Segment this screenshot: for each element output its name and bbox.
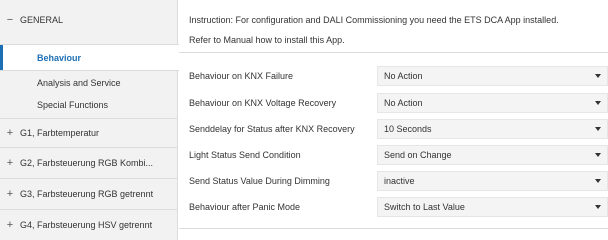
nav-general-label: GENERAL [20,15,64,25]
nav-general[interactable]: − GENERAL [0,0,178,40]
nav-group-label: G3, Farbsteuerung RGB getrennt [20,189,154,199]
expand-icon[interactable]: + [0,219,20,231]
param-label: Senddelay for Status after KNX Recovery [189,124,355,134]
param-row-voltage-recovery: Behaviour on KNX Voltage Recovery No Act… [179,92,608,114]
param-dropdown[interactable]: No Action [377,66,608,86]
dropdown-caret-icon [595,74,601,78]
parameter-tree: − GENERAL Behaviour Analysis and Service… [0,0,179,240]
param-row-knx-failure: Behaviour on KNX Failure No Action [179,65,608,87]
section-divider [179,52,608,53]
expand-icon[interactable]: + [0,157,20,169]
dropdown-caret-icon [595,205,601,209]
param-label: Behaviour on KNX Voltage Recovery [189,98,337,108]
instruction-line: Refer to Manual how to install this App. [189,35,345,45]
param-label: Behaviour after Panic Mode [189,202,301,212]
param-label: Behaviour on KNX Failure [189,71,294,81]
dropdown-caret-icon [595,101,601,105]
param-dropdown[interactable]: Switch to Last Value [377,197,608,217]
param-row-light-status: Light Status Send Condition Send on Chan… [179,144,608,166]
param-row-senddelay: Senddelay for Status after KNX Recovery … [179,118,608,140]
param-dropdown[interactable]: No Action [377,93,608,113]
nav-item-label: Analysis and Service [37,78,121,88]
dropdown-value: Send on Change [384,150,452,160]
nav-item-special-functions[interactable]: Special Functions [0,92,178,118]
dropdown-caret-icon [595,179,601,183]
active-indicator [0,45,3,70]
param-dropdown[interactable]: 10 Seconds [377,119,608,139]
param-row-dimming-status: Send Status Value During Dimming inactiv… [179,170,608,192]
nav-group-label: G2, Farbsteuerung RGB Kombi... [20,158,154,168]
dropdown-value: inactive [384,176,415,186]
nav-group-g3[interactable]: + G3, Farbsteuerung RGB getrennt [0,179,178,209]
nav-group-g2[interactable]: + G2, Farbsteuerung RGB Kombi... [0,148,178,178]
instruction-line: Instruction: For configuration and DALI … [189,15,559,25]
section-divider [179,228,608,229]
expand-icon[interactable]: + [0,188,20,200]
nav-group-label: G1, Farbtemperatur [20,128,100,138]
dropdown-caret-icon [595,153,601,157]
param-dropdown[interactable]: Send on Change [377,145,608,165]
nav-group-g1[interactable]: + G1, Farbtemperatur [0,119,178,147]
param-label: Send Status Value During Dimming [189,176,330,186]
param-dropdown[interactable]: inactive [377,171,608,191]
instruction-text: Instruction: For configuration and DALI … [189,10,604,50]
dropdown-value: 10 Seconds [384,124,432,134]
dropdown-value: No Action [384,71,423,81]
collapse-icon[interactable]: − [0,14,20,26]
dropdown-value: No Action [384,98,423,108]
param-label: Light Status Send Condition [189,150,301,160]
dropdown-caret-icon [595,127,601,131]
nav-item-behaviour[interactable]: Behaviour [0,44,179,71]
nav-item-label: Special Functions [37,100,109,110]
nav-item-label: Behaviour [37,52,82,63]
expand-icon[interactable]: + [0,127,20,139]
nav-group-g4[interactable]: + G4, Farbsteuerung HSV getrennt [0,210,178,240]
parameter-panel: Instruction: For configuration and DALI … [179,0,608,240]
param-row-panic-mode: Behaviour after Panic Mode Switch to Las… [179,196,608,218]
nav-group-label: G4, Farbsteuerung HSV getrennt [20,220,153,230]
dropdown-value: Switch to Last Value [384,202,465,212]
